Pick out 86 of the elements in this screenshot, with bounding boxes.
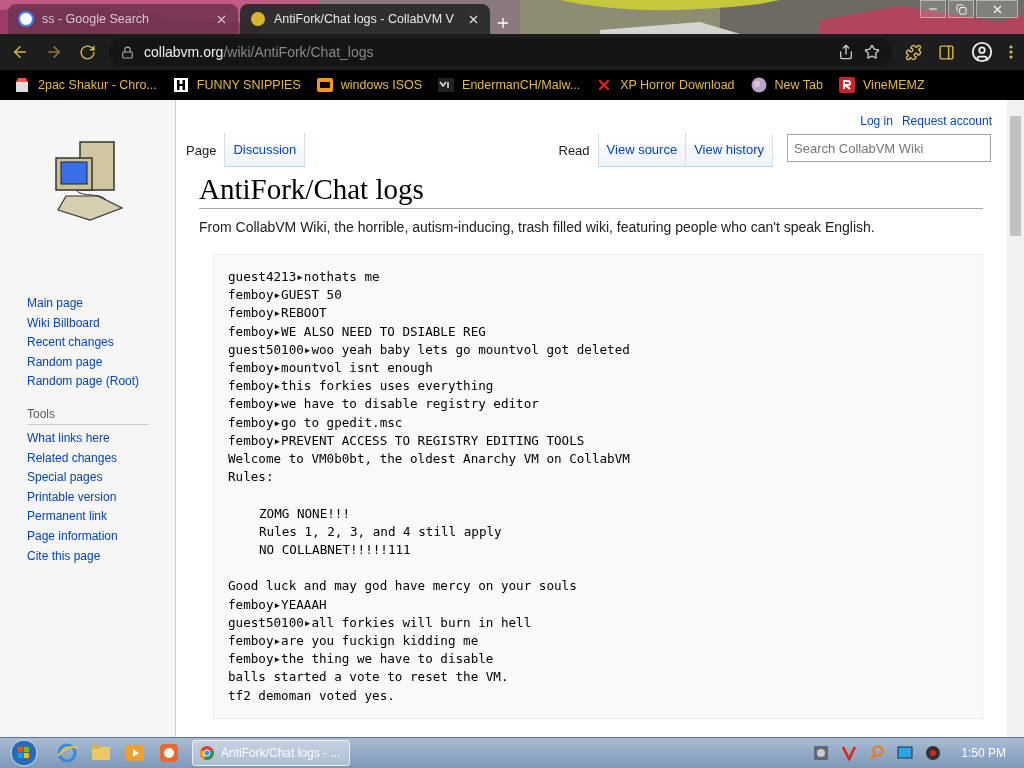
store-icon xyxy=(14,77,30,93)
user-icon xyxy=(971,41,993,63)
log-line: guest50100▸woo yeah baby lets go mountvol got deleted xyxy=(228,340,631,359)
sidebar-link[interactable]: Recent changes xyxy=(27,333,175,352)
search-engine-icon xyxy=(18,11,34,27)
bookmark-link[interactable]: XP Horror Download xyxy=(596,77,735,93)
star-icon[interactable] xyxy=(864,44,880,60)
search-field[interactable]: Search CollabVM Wiki xyxy=(787,134,991,162)
tagline: From CollabVM Wiki, the horrible, autism-inducing, trash filled wiki, featuring people who can't speak English. xyxy=(199,219,876,235)
log-line: femboy▸WE ALSO NEED TO DSIABLE REG xyxy=(228,322,487,341)
favicon-icon xyxy=(250,11,266,27)
log-line: guest50100▸all forkies will burn in hell xyxy=(228,613,533,632)
reload-icon xyxy=(79,43,96,61)
log-line: femboy▸go to gpedit.msc xyxy=(228,413,404,432)
bookmark-link[interactable]: windows ISOS xyxy=(316,77,423,93)
log-line: femboy▸this forkies uses everything xyxy=(228,377,495,396)
log-line: femboy▸REBOOT xyxy=(228,304,328,323)
sidebar-link[interactable]: Random page xyxy=(27,352,175,372)
tray-icon[interactable] xyxy=(841,745,858,761)
close-button[interactable] xyxy=(976,0,1018,18)
bookmark-link[interactable]: EndermanCH/Malw... xyxy=(438,77,581,93)
sidebar-link[interactable]: Permanent link xyxy=(27,507,175,526)
log-line: NO COLLABNET!!!!!111 xyxy=(258,541,412,560)
log-line: femboy▸the thing we have to disable xyxy=(228,650,495,669)
plus-icon xyxy=(495,15,511,31)
menu-icon xyxy=(1009,45,1013,59)
log-line: Rules 1, 2, 3, and 4 still apply xyxy=(258,522,503,541)
logo-icon xyxy=(839,77,855,93)
share-icon[interactable] xyxy=(838,44,854,60)
log-line: guest4213▸nothats me xyxy=(228,268,381,286)
lock-icon xyxy=(121,45,134,59)
logo-icon xyxy=(316,77,333,93)
sidebar-link[interactable]: Related changes xyxy=(27,448,175,468)
scrollbar-thumb[interactable] xyxy=(1010,116,1021,236)
square-icon xyxy=(172,77,189,93)
arrow-right-icon xyxy=(45,43,63,61)
sidebar-link[interactable]: Random page (Root) xyxy=(27,372,175,391)
globe-icon xyxy=(750,77,767,93)
account-link[interactable]: Log in xyxy=(860,114,893,130)
bookmark-link[interactable]: FUNNY SNIPPIES xyxy=(172,77,301,93)
page-tab[interactable]: View source xyxy=(598,133,687,167)
monitor-icon[interactable] xyxy=(897,745,914,761)
page-tab[interactable]: View history xyxy=(686,133,773,167)
log-line: Rules: xyxy=(228,468,275,487)
log-line: femboy▸PREVENT ACCESS TO REGISTRY EDITING TOOLS xyxy=(228,431,586,450)
sidebar-link[interactable]: Cite this page xyxy=(27,546,175,566)
log-line: femboy▸GUEST 50 xyxy=(228,286,343,305)
log-line: femboy▸are you fuckign kidding me xyxy=(228,632,480,651)
bookmark-link[interactable]: VineMEMZ xyxy=(839,77,925,93)
account-link[interactable]: Request account xyxy=(901,114,992,130)
log-line: Welcome to VM0b0bt, the oldest Anarchy VM on CollabVM xyxy=(228,450,631,469)
log-line: femboy▸we have to disable registry editor xyxy=(228,395,540,414)
media-player-icon[interactable] xyxy=(124,742,146,764)
sidebar-link[interactable]: Special pages xyxy=(27,468,175,487)
speaker-icon[interactable] xyxy=(925,745,942,761)
scrollbar[interactable] xyxy=(1007,100,1024,737)
sidebar-link[interactable]: Page information xyxy=(27,526,175,546)
sidebar-link[interactable]: Main page xyxy=(27,294,175,313)
browser-icon[interactable] xyxy=(56,742,78,764)
log-line: balls started a vote to reset the VM. xyxy=(228,668,510,687)
bookmark-link[interactable]: 2pac Shakur - Chro... xyxy=(14,77,157,93)
sidebar-link[interactable]: Wiki Billboard xyxy=(27,313,175,333)
tray-icon[interactable] xyxy=(813,745,830,761)
minimize-button[interactable] xyxy=(920,0,946,18)
browser-tab[interactable]: AntiFork/Chat logs - CollabVM V xyxy=(240,4,490,34)
puzzle-icon xyxy=(905,43,922,61)
clock: 1:50 PM xyxy=(961,746,1006,760)
bookmark-link[interactable]: New Tab xyxy=(750,77,823,93)
browser-tab[interactable]: ss - Google Search xyxy=(8,4,238,34)
address-bar[interactable]: collabvm.org/wiki/AntiFork/Chat_logs xyxy=(109,38,892,66)
side-panel-icon xyxy=(938,43,955,61)
log-line: Good luck and may god have mercy on your souls xyxy=(228,577,578,596)
log-line: femboy▸YEAAAH xyxy=(228,595,328,614)
page-tab[interactable]: Discussion xyxy=(225,133,306,167)
log-line: ZOMG NONE!!! xyxy=(258,504,351,523)
restore-button[interactable] xyxy=(948,0,974,18)
page-title: AntiFork/Chat logs xyxy=(199,173,983,209)
log-line: femboy▸mountvol isnt enough xyxy=(228,359,434,377)
log-line: tf2 demoman voted yes. xyxy=(228,686,396,705)
browser-icon xyxy=(199,745,215,761)
square-icon xyxy=(438,77,455,93)
app-icon[interactable] xyxy=(158,742,180,764)
sidebar-heading: Tools xyxy=(27,406,149,425)
sidebar-link[interactable]: What links here xyxy=(27,428,175,448)
restore-icon xyxy=(955,3,967,15)
sidebar-link[interactable]: Printable version xyxy=(27,487,175,507)
